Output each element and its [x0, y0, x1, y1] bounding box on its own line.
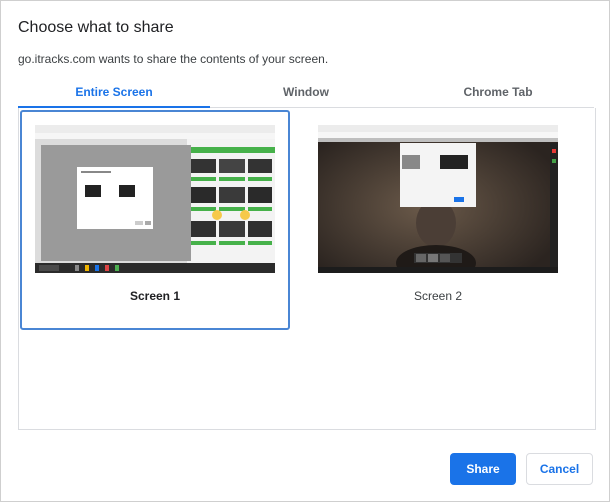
screen-2-label: Screen 2 [413, 289, 463, 303]
share-dialog: Choose what to share go.itracks.com want… [0, 0, 610, 502]
tab-chrome-tab[interactable]: Chrome Tab [402, 81, 594, 107]
dialog-title: Choose what to share [18, 19, 174, 36]
screen-1-thumbnail [35, 125, 275, 273]
screen-list: Screen 1 Screen 2 [18, 108, 596, 430]
tab-entire-screen[interactable]: Entire Screen [18, 81, 210, 108]
tab-window[interactable]: Window [210, 81, 402, 107]
screen-tile-1[interactable]: Screen 1 [20, 110, 290, 330]
cancel-button[interactable]: Cancel [526, 453, 593, 485]
dialog-subtitle: go.itracks.com wants to share the conten… [18, 52, 329, 66]
screen-1-label: Screen 1 [129, 289, 181, 303]
tab-bar: Entire Screen Window Chrome Tab [18, 81, 594, 108]
share-button[interactable]: Share [450, 453, 516, 485]
screen-tile-2[interactable]: Screen 2 [303, 110, 573, 330]
screen-2-thumbnail [318, 125, 558, 273]
